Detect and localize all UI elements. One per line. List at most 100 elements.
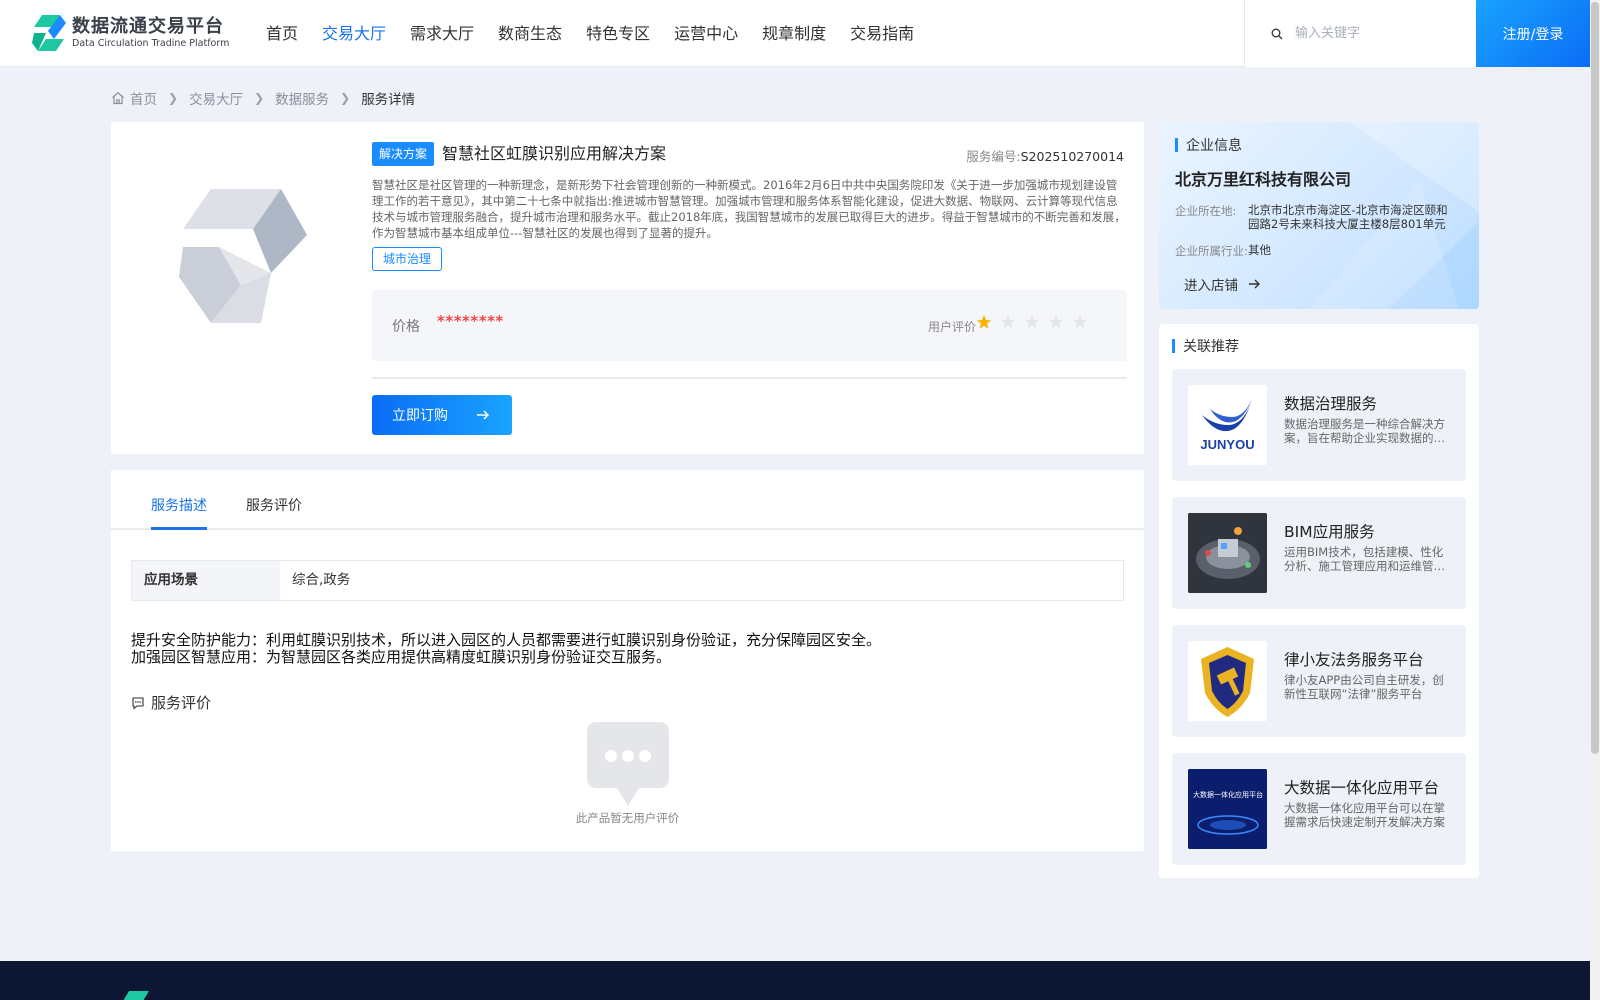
location-value: 北京市北京市海淀区-北京市海淀区颐和园路2号未来科技大厦主楼8层801单元 [1248, 203, 1448, 231]
enterprise-location-row: 企业所在地: 北京市北京市海淀区-北京市海淀区颐和园路2号未来科技大厦主楼8层8… [1175, 203, 1458, 231]
nav-ecosystem[interactable]: 数商生态 [498, 0, 562, 67]
location-label: 企业所在地: [1175, 204, 1237, 218]
nav-operations[interactable]: 运营中心 [674, 0, 738, 67]
order-now-button[interactable]: 立即订购 [372, 395, 512, 435]
junyou-logo-graphic: JUNYOU [1200, 399, 1255, 452]
star-icon [1048, 315, 1064, 329]
related-heading: 关联推荐 [1172, 336, 1239, 356]
reviews-heading-text: 服务评价 [151, 694, 212, 712]
scrollbar-thumb[interactable] [1591, 2, 1599, 754]
star-icon [1024, 315, 1040, 329]
related-item-desc: 律小友APP由公司自主研发，创新性互联网“法律”服务平台 [1284, 673, 1444, 701]
related-item[interactable]: JUNYOU 数据治理服务 数据治理服务是一种综合解决方案，旨在帮助企业实现数据… [1172, 369, 1466, 481]
site-logo[interactable]: 数据流通交易平台 Data Circulation Tradine Platfo… [30, 13, 230, 53]
chevron-right-icon: ❯ [254, 91, 265, 105]
comment-icon [132, 696, 144, 710]
nav-special-zone[interactable]: 特色专区 [586, 0, 650, 67]
footer-logo-icon [123, 991, 149, 1000]
heading-bar [1175, 138, 1178, 152]
industry-value: 其他 [1248, 243, 1271, 257]
enterprise-info-card: 企业信息 北京万里红科技有限公司 企业所在地: 北京市北京市海淀区-北京市海淀区… [1159, 122, 1479, 309]
star-icon [1072, 315, 1088, 329]
nav-demand-hall[interactable]: 需求大厅 [410, 0, 474, 67]
attribute-key: 应用场景 [132, 561, 280, 600]
price-label: 价格 [392, 319, 420, 335]
arrow-right-icon [477, 410, 490, 420]
description-line: 提升安全防护能力：利用虹膜识别技术，所以进入园区的人员都需要进行虹膜识别身份验证… [131, 631, 882, 649]
price-panel: 价格 ******** 用户评价 [372, 290, 1127, 361]
related-recommendations: 关联推荐 JUNYOU 数据治理服务 数据治理服务是一种综合解决方案，旨在帮助企… [1159, 324, 1479, 878]
breadcrumb-trading-hall[interactable]: 交易大厅 [189, 88, 243, 108]
related-item-title: BIM应用服务 [1284, 523, 1375, 541]
nav-regulations[interactable]: 规章制度 [762, 0, 826, 67]
rating-label: 用户评价 [928, 320, 977, 334]
tab-service-reviews[interactable]: 服务评价 [246, 495, 302, 515]
chevron-right-icon: ❯ [340, 91, 351, 105]
related-item-desc: 运用BIM技术，包括建模、性化分析、施工管理应用和运维管理等服务 [1284, 545, 1445, 573]
heading-bar [1172, 339, 1175, 353]
nav-trading-hall[interactable]: 交易大厅 [322, 0, 386, 67]
empty-comment-icon [587, 722, 669, 806]
chevron-right-icon: ❯ [168, 91, 179, 105]
bigdata-image: 大数据一体化应用平台 [1188, 769, 1267, 849]
related-item[interactable]: 大数据一体化应用平台 大数据一体化应用平台 大数据一体化应用平台可以在掌握需求后… [1172, 753, 1466, 865]
related-item-desc: 大数据一体化应用平台可以在掌握需求后快速定制开发解决方案 [1284, 801, 1445, 829]
empty-reviews-text: 此产品暂无用户评价 [575, 811, 680, 825]
login-register-button[interactable]: 注册/登录 [1476, 0, 1590, 67]
junyou-logo-text: JUNYOU [1200, 437, 1254, 452]
service-detail-card: 解决方案 智慧社区虹膜识别应用解决方案 服务编号:S202510270014 智… [111, 122, 1144, 454]
related-item-title: 律小友法务服务平台 [1284, 651, 1424, 669]
service-number-label: 服务编号: [966, 149, 1021, 164]
service-number-value: S202510270014 [1020, 149, 1124, 164]
main-nav: 首页 交易大厅 需求大厅 数商生态 特色专区 运营中心 规章制度 交易指南 [266, 0, 938, 67]
related-item-title: 大数据一体化应用平台 [1284, 779, 1440, 797]
nav-home[interactable]: 首页 [266, 0, 298, 67]
nav-guide[interactable]: 交易指南 [850, 0, 914, 67]
reviews-heading: 服务评价 [131, 692, 211, 713]
bim-graphic [1188, 513, 1267, 593]
divider [372, 377, 1127, 379]
tab-service-description[interactable]: 服务描述 [151, 495, 207, 515]
service-description: 智慧社区是社区管理的一种新理念，是新形势下社会管理创新的一种新模式。2016年2… [372, 178, 1126, 240]
bigdata-thumb-text: 大数据一体化应用平台 [1193, 790, 1263, 799]
bigdata-graphic: 大数据一体化应用平台 [1188, 769, 1267, 849]
description-body: 提升安全防护能力：利用虹膜识别技术，所以进入园区的人员都需要进行虹膜识别身份验证… [131, 632, 881, 666]
breadcrumb: 首页 ❯ 交易大厅 ❯ 数据服务 ❯ 服务详情 [111, 88, 415, 108]
attribute-value: 综合,政务 [292, 572, 351, 588]
service-title: 智慧社区虹膜识别应用解决方案 [442, 144, 667, 163]
service-number: 服务编号:S202510270014 [966, 146, 1124, 165]
search-icon[interactable] [1271, 28, 1283, 40]
breadcrumb-data-service[interactable]: 数据服务 [275, 88, 329, 108]
logo-title: 数据流通交易平台 [72, 16, 224, 37]
related-heading-text: 关联推荐 [1183, 339, 1239, 355]
logo-subtitle: Data Circulation Tradine Platform [72, 38, 230, 49]
price-value: ******** [437, 312, 504, 330]
enterprise-heading-text: 企业信息 [1186, 138, 1242, 154]
home-icon [112, 92, 124, 105]
search-input[interactable] [1295, 26, 1465, 41]
related-item[interactable]: 律小友法务服务平台 律小友APP由公司自主研发，创新性互联网“法律”服务平台 [1172, 625, 1466, 737]
bim-image [1188, 513, 1267, 593]
related-item[interactable]: BIM应用服务 运用BIM技术，包括建模、性化分析、施工管理应用和运维管理等服务 [1172, 497, 1466, 609]
top-header: 数据流通交易平台 Data Circulation Tradine Platfo… [0, 0, 1590, 67]
service-tabs-card: 服务描述 服务评价 应用场景 综合,政务 提升安全防护能力：利用虹膜识别技术，所… [111, 470, 1144, 851]
page-footer [0, 961, 1590, 1000]
enterprise-industry-row: 企业所属行业: 其他 [1175, 243, 1458, 259]
breadcrumb-home[interactable]: 首页 [130, 88, 157, 108]
shield-icon [1201, 647, 1254, 717]
logo-icon [32, 15, 66, 51]
tab-bar: 服务描述 服务评价 [111, 470, 1144, 530]
description-line: 加强园区智慧应用：为智慧园区各类应用提供高精度虹膜识别身份验证交互服务。 [131, 648, 672, 666]
industry-label: 企业所属行业: [1175, 244, 1248, 258]
page-scrollbar[interactable] [1590, 0, 1600, 1000]
related-item-desc: 数据治理服务是一种综合解决方案，旨在帮助企业实现数据的规范化管理与价值提升 [1284, 417, 1445, 445]
law-shield-logo [1188, 641, 1267, 721]
product-placeholder-image [179, 189, 307, 323]
search-box [1244, 0, 1476, 67]
star-icon [1000, 315, 1016, 329]
category-tag[interactable]: 城市治理 [372, 247, 443, 271]
related-item-title: 数据治理服务 [1284, 395, 1378, 413]
enterprise-heading: 企业信息 [1175, 135, 1242, 155]
order-now-label: 立即订购 [392, 408, 448, 424]
enter-shop-link[interactable]: 进入店铺 [1184, 274, 1261, 294]
